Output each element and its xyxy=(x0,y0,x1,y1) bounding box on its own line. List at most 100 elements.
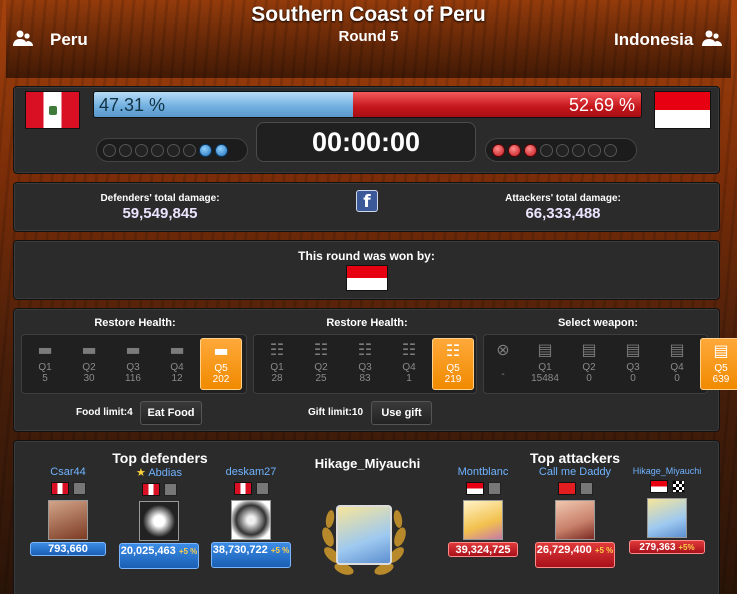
peru-flag xyxy=(25,91,80,129)
quantity-label: 83 xyxy=(359,373,371,384)
round-timer: 00:00:00 xyxy=(256,122,476,162)
quality-label: Q5 xyxy=(214,363,228,374)
quality-label: Q1 xyxy=(270,362,284,373)
damage-bonus: +5 % xyxy=(178,547,198,556)
avatar[interactable] xyxy=(139,501,179,541)
player-name[interactable]: Hikage_Miyauchi xyxy=(625,466,709,476)
rank-icon xyxy=(487,482,501,495)
tank-icon: ▤ xyxy=(713,341,729,360)
round-dot xyxy=(135,143,148,157)
quantity-label: 639 xyxy=(712,374,730,385)
gift-option-q3[interactable]: ☷ Q3 83 xyxy=(344,338,386,390)
avatar[interactable] xyxy=(647,498,687,538)
indonesia-flag xyxy=(346,265,388,291)
top-defender-2: ★ Abdias 20,025,463 +5 % xyxy=(119,466,199,569)
indonesia-flag xyxy=(649,480,668,493)
attackers-damage-value: 66,333,488 xyxy=(525,205,601,222)
quality-label: Q2 xyxy=(582,362,596,373)
rank-icon xyxy=(163,483,177,496)
attacker-country[interactable]: Indonesia xyxy=(614,30,693,50)
round-won-dot xyxy=(524,143,537,157)
avatar[interactable] xyxy=(48,500,88,540)
food-option-q1[interactable]: ▬ Q1 5 xyxy=(24,338,66,390)
star-icon: ★ xyxy=(136,467,146,479)
quantity-label: 25 xyxy=(315,373,327,384)
gift-icon: ☷ xyxy=(269,340,285,359)
food-option-q4[interactable]: ▬ Q4 12 xyxy=(156,338,198,390)
indonesia-flag xyxy=(654,91,711,129)
users-icon xyxy=(13,30,33,46)
quality-label: Q2 xyxy=(314,362,328,373)
food-limit-label: Food limit:4 xyxy=(76,407,133,418)
gift-option-q5[interactable]: ☷ Q5 219 xyxy=(432,338,474,390)
avatar[interactable] xyxy=(336,505,392,565)
quality-label: Q3 xyxy=(126,362,140,373)
rank-icon xyxy=(255,482,269,495)
player-name[interactable]: deskam27 xyxy=(211,466,291,478)
top-attacker-3: Hikage_Miyauchi 279,363 +5% xyxy=(625,466,709,554)
top-defenders-title: Top defenders xyxy=(112,450,208,466)
damage-bonus: +5 % xyxy=(270,546,290,555)
quantity-label: 1 xyxy=(406,373,412,384)
food-option-q2[interactable]: ▬ Q2 30 xyxy=(68,338,110,390)
avatar[interactable] xyxy=(555,500,595,540)
eat-food-button[interactable]: Eat Food xyxy=(140,401,202,425)
player-name[interactable]: Call me Daddy xyxy=(535,466,615,478)
quality-label: Q1 xyxy=(38,362,52,373)
round-won-dot xyxy=(199,143,212,157)
player-name[interactable]: Montblanc xyxy=(443,466,523,478)
top-attacker-1: Montblanc 39,324,725 xyxy=(443,466,523,557)
tank-icon: ▤ xyxy=(669,340,685,359)
tank-icon: ▤ xyxy=(625,340,641,359)
facebook-icon[interactable]: f xyxy=(356,190,378,212)
gift-icon: ☷ xyxy=(445,341,461,360)
weapon-option-q3[interactable]: ▤ Q3 0 xyxy=(612,338,654,390)
gift-option-q1[interactable]: ☷ Q1 28 xyxy=(256,338,298,390)
gift-selector: ☷ Q1 28 ☷ Q2 25 ☷ Q3 83 ☷ Q4 1 ☷ Q5 219 xyxy=(253,334,477,394)
round-dot xyxy=(572,143,585,157)
gift-option-q2[interactable]: ☷ Q2 25 xyxy=(300,338,342,390)
no-weapon-label: - xyxy=(501,369,505,380)
weapon-selector: ⊗ - ▤ Q1 15484 ▤ Q2 0 ▤ Q3 0 ▤ Q4 0 ▤ Q5 639 xyxy=(483,334,737,394)
no-weapon-option[interactable]: ⊗ - xyxy=(486,338,520,390)
gift-icon: ☷ xyxy=(357,340,373,359)
peru-flag xyxy=(50,482,69,495)
gift-icon: ☷ xyxy=(401,340,417,359)
round-dot xyxy=(167,143,180,157)
damage-badge: 26,729,400 +5 % xyxy=(535,542,615,568)
quantity-label: 0 xyxy=(630,373,636,384)
rank-icon xyxy=(72,482,86,495)
food-option-q3[interactable]: ▬ Q3 116 xyxy=(112,338,154,390)
gift-limit-label: Gift limit:10 xyxy=(308,407,364,418)
weapon-option-q1[interactable]: ▤ Q1 15484 xyxy=(524,338,566,390)
round-dot xyxy=(103,143,116,157)
gift-section-title: Restore Health: xyxy=(326,317,408,329)
damage-bonus: +5% xyxy=(678,543,695,552)
round-dot xyxy=(556,143,569,157)
quantity-label: 28 xyxy=(271,373,283,384)
quantity-label: 202 xyxy=(212,374,230,385)
tank-icon: ▤ xyxy=(581,340,597,359)
defender-country[interactable]: Peru xyxy=(50,30,88,50)
food-option-q5[interactable]: ▬ Q5 202 xyxy=(200,338,242,390)
food-section-title: Restore Health: xyxy=(94,317,176,329)
attacker-domination: 52.69 % xyxy=(352,92,641,117)
weapon-option-q2[interactable]: ▤ Q2 0 xyxy=(568,338,610,390)
top-defender-3: deskam27 38,730,722 +5 % xyxy=(211,466,291,568)
defender-domination: 47.31 % xyxy=(94,92,353,117)
center-player-name[interactable]: Hikage_Miyauchi xyxy=(300,456,435,471)
round-dot xyxy=(540,143,553,157)
player-name[interactable]: Csar44 xyxy=(28,466,108,478)
player-name[interactable]: ★ Abdias xyxy=(119,466,199,479)
bread-icon: ▬ xyxy=(213,341,229,360)
gift-option-q4[interactable]: ☷ Q4 1 xyxy=(388,338,430,390)
bread-icon: ▬ xyxy=(125,340,141,359)
damage-badge: 793,660 xyxy=(30,542,106,556)
avatar[interactable] xyxy=(231,500,271,540)
use-gift-button[interactable]: Use gift xyxy=(371,401,432,425)
avatar[interactable] xyxy=(463,500,503,540)
weapon-option-q4[interactable]: ▤ Q4 0 xyxy=(656,338,698,390)
quality-label: Q5 xyxy=(446,363,460,374)
weapon-option-q5[interactable]: ▤ Q5 639 xyxy=(700,338,737,390)
quantity-label: 5 xyxy=(42,373,48,384)
